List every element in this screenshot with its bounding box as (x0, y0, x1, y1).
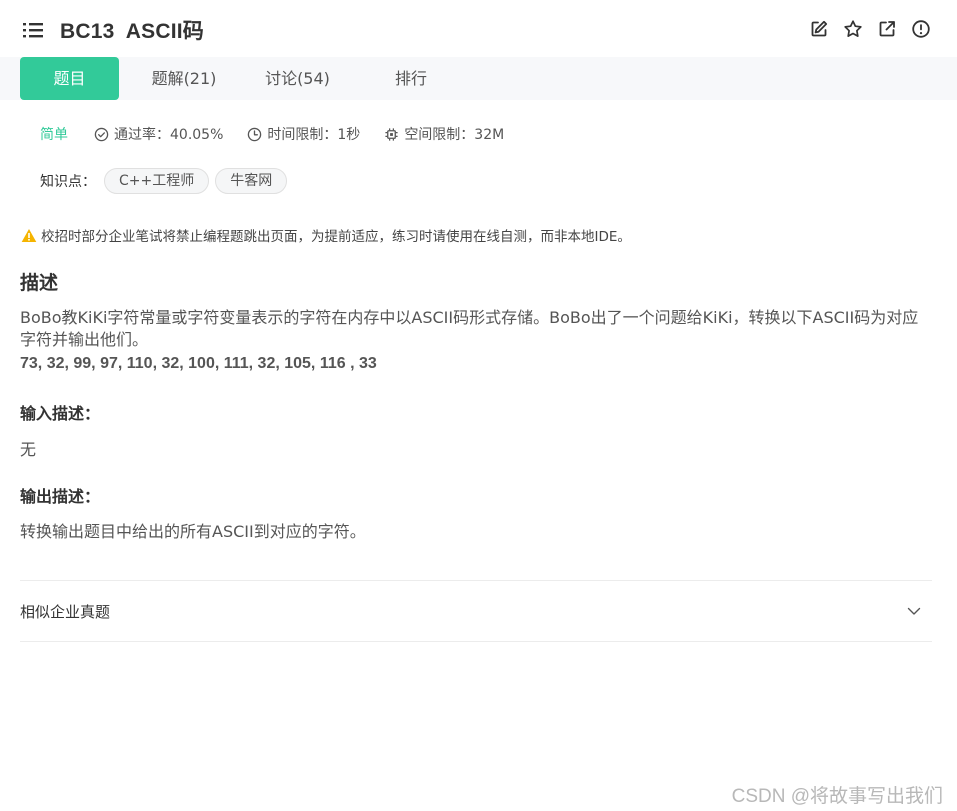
info-icon[interactable] (911, 19, 931, 39)
input-title: 输入描述： (20, 404, 101, 423)
tag-nowcoder[interactable]: 牛客网 (215, 168, 288, 194)
warning-text: 校招时部分企业笔试将禁止编程题跳出页面，为提前适应，练习时请使用在线自测，而非本… (41, 229, 631, 245)
page-title: BC13 ASCII码 (60, 20, 204, 43)
problem-header: BC13 ASCII码 (0, 0, 957, 58)
knowledge-points: 知识点： C++工程师 牛客网 (40, 167, 293, 195)
chevron-down-icon (907, 607, 921, 615)
pass-rate-text: 通过率：40.05% (114, 127, 224, 143)
star-icon[interactable] (843, 19, 863, 39)
tab-problem[interactable]: 题目 (20, 57, 119, 100)
space-limit-text: 空间限制：32M (404, 127, 505, 143)
divider-bottom (20, 641, 932, 642)
check-circle-icon (94, 127, 109, 141)
warning-icon (21, 228, 37, 242)
description-text: BoBo教KiKi字符常量或字符变量表示的字符在内存中以ASCII码形式存储。B… (20, 308, 919, 349)
output-title: 输出描述： (20, 487, 101, 506)
external-link-icon[interactable] (877, 19, 897, 39)
output-text: 转换输出题目中给出的所有ASCII到对应的字符。 (20, 522, 366, 541)
problem-tabs: 题目 题解(21) 讨论(54) 排行 (0, 57, 957, 100)
ascii-numbers: 73, 32, 99, 97, 110, 32, 100, 111, 32, 1… (20, 355, 377, 372)
similar-questions-label: 相似企业真题 (20, 603, 111, 621)
tab-discussion[interactable]: 讨论(54) (250, 57, 345, 100)
knowledge-label: 知识点： (40, 174, 96, 190)
time-limit-text: 时间限制：1秒 (267, 127, 361, 143)
chip-icon (385, 127, 398, 141)
time-limit: 时间限制：1秒 (247, 124, 360, 144)
description-title: 描述 (20, 272, 59, 294)
list-menu-icon[interactable] (22, 20, 44, 40)
header-actions (809, 19, 931, 39)
watermark-text: CSDN @将故事写出我们 (731, 786, 943, 807)
edit-icon[interactable] (809, 19, 829, 39)
input-text: 无 (20, 440, 37, 459)
difficulty-badge: 简单 (40, 127, 68, 143)
tab-ranking[interactable]: 排行 (372, 57, 450, 100)
space-limit: 空间限制：32M (384, 124, 504, 144)
similar-questions-toggle[interactable]: 相似企业真题 (20, 581, 932, 641)
tab-solutions[interactable]: 题解(21) (135, 57, 233, 100)
pass-rate: 通过率：40.05% (94, 124, 223, 144)
clock-icon (248, 127, 262, 141)
warning-notice: 校招时部分企业笔试将禁止编程题跳出页面，为提前适应，练习时请使用在线自测，而非本… (21, 226, 631, 245)
tag-cpp-engineer[interactable]: C++工程师 (104, 168, 210, 194)
problem-meta: 简单 通过率：40.05% 时间限制：1秒 空间限制：32M (40, 124, 528, 144)
